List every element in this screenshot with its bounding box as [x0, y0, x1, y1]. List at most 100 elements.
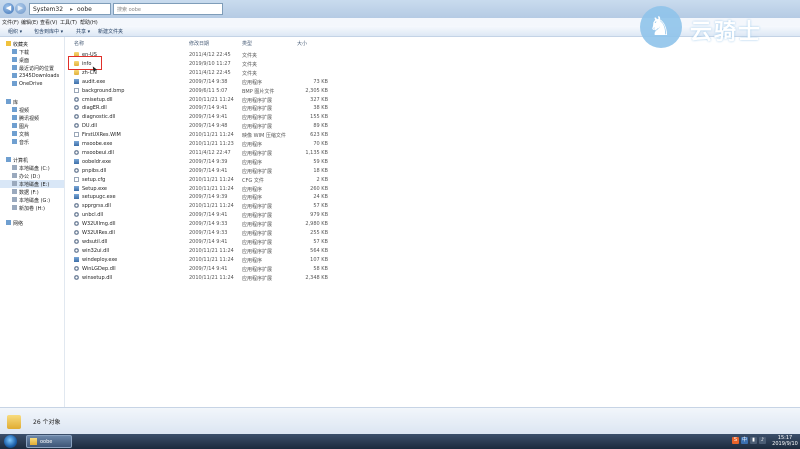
nav-item[interactable]: 本地磁盘 (C:)	[0, 164, 64, 172]
file-row[interactable]: zh-CN 2011/4/12 22:45 文件夹	[66, 69, 366, 77]
nav-item-label: 下载	[19, 50, 30, 56]
file-size: 327 KB	[310, 96, 328, 103]
include-in-library-button[interactable]: 包含到库中 ▾	[34, 28, 63, 35]
recent-places-icon	[12, 65, 17, 70]
file-row[interactable]: en-US 2011/4/12 22:45 文件夹	[66, 51, 366, 59]
exe-icon	[74, 185, 79, 191]
nav-item[interactable]: 办公 (D:)	[0, 172, 64, 180]
file-row[interactable]: spprgrss.dll 2010/11/21 11:24 应用程序扩展 57 KB	[66, 202, 366, 210]
back-button[interactable]: ◀	[3, 3, 14, 14]
file-row[interactable]: audit.exe 2009/7/14 9:38 应用程序 73 KB	[66, 78, 366, 86]
nav-item[interactable]: 最近访问的位置	[0, 64, 64, 72]
file-name: cmisetup.dll	[82, 96, 113, 103]
file-row[interactable]: pnpibs.dll 2009/7/14 9:41 应用程序扩展 18 KB	[66, 167, 366, 175]
nav-item[interactable]: OneDrive	[0, 80, 64, 88]
nav-item[interactable]: 2345Downloads	[0, 72, 64, 80]
file-name: WinLGDep.dll	[82, 265, 116, 272]
nav-item[interactable]: 库	[0, 98, 64, 106]
ime-icon[interactable]: S	[732, 437, 739, 444]
file-row[interactable]: W32UIRes.dll 2009/7/14 9:33 应用程序扩展 255 KB	[66, 229, 366, 237]
breadcrumb-oobe[interactable]: oobe	[77, 6, 92, 13]
file-type: 映像 WIM 压缩文件	[242, 133, 286, 140]
item-count: 26 个对象	[33, 419, 61, 426]
nav-item-label: OneDrive	[19, 81, 43, 87]
file-row[interactable]: background.bmp 2009/6/11 5:07 BMP 图片文件 2,30…	[66, 87, 366, 95]
file-row[interactable]: setup.cfg 2010/11/21 11:24 CFG 文件 2 KB	[66, 176, 366, 184]
new-folder-button[interactable]: 新建文件夹	[98, 28, 123, 35]
clock[interactable]: 15:17 2019/9/10	[770, 435, 800, 447]
computer-icon	[6, 157, 11, 162]
folder-icon	[30, 438, 37, 445]
nav-item-label: 桌面	[19, 58, 30, 64]
file-row[interactable]: cmisetup.dll 2010/11/21 11:24 应用程序扩展 327 KB	[66, 96, 366, 104]
language-icon[interactable]: 中	[741, 437, 748, 444]
file-name: windeploy.exe	[82, 256, 118, 263]
search-input[interactable]: 搜索 oobe	[113, 3, 223, 15]
drive-icon	[12, 173, 17, 178]
network-icon[interactable]: ▮	[750, 437, 757, 444]
nav-item[interactable]: 文档	[0, 130, 64, 138]
file-type: 应用程序扩展	[242, 168, 273, 175]
nav-item-label: 计算机	[13, 158, 29, 164]
nav-item-label: 音乐	[19, 140, 30, 146]
file-row[interactable]: winsetup.dll 2010/11/21 11:24 应用程序扩展 2,348 …	[66, 274, 366, 282]
column-type[interactable]: 类型	[242, 40, 252, 47]
nav-item[interactable]: 本地磁盘 (G:)	[0, 196, 64, 204]
nav-item[interactable]: 桌面	[0, 56, 64, 64]
cloud-icon	[12, 81, 17, 86]
file-row[interactable]: diagER.dll 2009/7/14 9:41 应用程序扩展 38 KB	[66, 104, 366, 112]
share-button[interactable]: 共享 ▾	[76, 28, 90, 35]
nav-item[interactable]: 计算机	[0, 156, 64, 164]
file-row[interactable]: unbcl.dll 2009/7/14 9:41 应用程序扩展 979 KB	[66, 211, 366, 219]
nav-item[interactable]: 网络	[0, 219, 64, 227]
taskbar-app-explorer[interactable]: oobe	[26, 435, 72, 448]
file-type: 应用程序扩展	[242, 124, 273, 131]
nav-item[interactable]: 收藏夹	[0, 40, 64, 48]
nav-item[interactable]: 图片	[0, 122, 64, 130]
file-row[interactable]: FirstUXRes.WIM 2010/11/21 11:24 映像 WIM 压缩文…	[66, 131, 366, 139]
nav-item[interactable]: 视频	[0, 106, 64, 114]
menu-help[interactable]: 帮助(H)	[80, 19, 98, 26]
nav-item[interactable]: 新加卷 (H:)	[0, 204, 64, 212]
file-row[interactable]: oobeldr.exe 2009/7/14 9:39 应用程序 59 KB	[66, 158, 366, 166]
exe-icon	[74, 78, 79, 84]
nav-item-label: 视频	[19, 108, 30, 114]
file-row[interactable]: win32ui.dll 2010/11/21 11:24 应用程序扩展 564 KB	[66, 247, 366, 255]
column-date[interactable]: 修改日期	[189, 40, 209, 47]
file-type: 应用程序扩展	[242, 106, 273, 113]
nav-item[interactable]: 音乐	[0, 138, 64, 146]
file-row[interactable]: msoobeui.dll 2011/4/12 22:47 应用程序扩展 1,135 K…	[66, 149, 366, 157]
menu-edit[interactable]: 编辑(E)	[21, 19, 38, 26]
menu-file[interactable]: 文件(F)	[2, 19, 19, 26]
volume-icon[interactable]: ♪	[759, 437, 766, 444]
file-size: 564 KB	[310, 247, 328, 254]
file-name: unbcl.dll	[82, 212, 104, 219]
menu-tools[interactable]: 工具(T)	[60, 19, 77, 26]
file-row[interactable]: Setup.exe 2010/11/21 11:24 应用程序 260 KB	[66, 185, 366, 193]
file-row[interactable]: DU.dll 2009/7/14 9:48 应用程序扩展 89 KB	[66, 122, 366, 130]
column-size[interactable]: 大小	[297, 40, 307, 47]
start-button[interactable]	[4, 435, 17, 448]
file-row[interactable]: setupugc.exe 2009/7/14 9:39 应用程序 24 KB	[66, 193, 366, 201]
file-row[interactable]: wdsutil.dll 2009/7/14 9:41 应用程序扩展 57 KB	[66, 238, 366, 246]
menu-view[interactable]: 查看(V)	[40, 19, 57, 26]
breadcrumb-system32[interactable]: System32	[33, 6, 63, 13]
logo-text: 云骑士	[690, 20, 763, 45]
file-row[interactable]: info 2019/9/10 11:27 文件夹	[66, 60, 366, 68]
file-name: diagnostic.dll	[82, 114, 116, 121]
nav-item[interactable]: 数据 (F:)	[0, 188, 64, 196]
column-name[interactable]: 名称	[74, 40, 84, 47]
forward-button[interactable]: ▶	[15, 3, 26, 14]
nav-item[interactable]: 本地磁盘 (E:)	[0, 180, 64, 188]
file-row[interactable]: W32UIImg.dll 2009/7/14 9:33 应用程序扩展 2,980 KB	[66, 220, 366, 228]
file-row[interactable]: msoobe.exe 2010/11/21 11:23 应用程序 70 KB	[66, 140, 366, 148]
file-row[interactable]: WinLGDep.dll 2009/7/14 9:41 应用程序扩展 58 KB	[66, 265, 366, 273]
address-bar[interactable]: System32 ▸ oobe	[29, 3, 111, 15]
file-type: 应用程序扩展	[242, 239, 273, 246]
file-row[interactable]: windeploy.exe 2010/11/21 11:24 应用程序 107 KB	[66, 256, 366, 264]
file-name: DU.dll	[82, 123, 98, 130]
nav-item[interactable]: 下载	[0, 48, 64, 56]
file-row[interactable]: diagnostic.dll 2009/7/14 9:41 应用程序扩展 155 KB	[66, 113, 366, 121]
organize-button[interactable]: 组织 ▾	[8, 28, 22, 35]
nav-item[interactable]: 腾讯视频	[0, 114, 64, 122]
